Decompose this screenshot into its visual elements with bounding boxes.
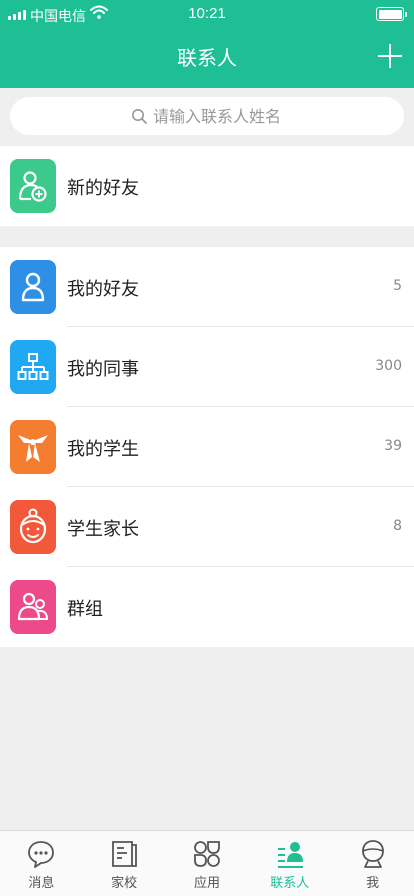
list-item-parents[interactable]: 学生家长 8 — [0, 487, 414, 567]
page-title: 联系人 — [177, 46, 237, 70]
tab-label: 我 — [366, 876, 380, 891]
tab-apps[interactable]: 应用 — [166, 831, 249, 896]
count-badge: 8 — [393, 518, 402, 534]
add-friend-icon — [10, 159, 56, 213]
list-item-my-friends[interactable]: 我的好友 5 — [0, 247, 414, 327]
new-friends-group: 新的好友 — [0, 146, 414, 226]
tab-label: 消息 — [28, 876, 55, 891]
tab-contacts[interactable]: 联系人 — [248, 831, 331, 896]
tab-label: 家校 — [111, 876, 138, 891]
list-item-students[interactable]: 我的学生 39 — [0, 407, 414, 487]
list-item-label: 我的好友 — [67, 279, 139, 300]
status-bar: 中国电信 10:21 — [0, 0, 414, 30]
org-chart-icon — [10, 340, 56, 394]
group-icon — [10, 580, 56, 634]
elder-face-icon — [10, 500, 56, 554]
apps-icon — [194, 841, 220, 867]
tab-label: 应用 — [193, 876, 220, 891]
count-badge: 300 — [375, 358, 402, 374]
tab-home-school[interactable]: 家校 — [83, 831, 166, 896]
status-time: 10:21 — [188, 5, 226, 22]
list-item-groups[interactable]: 群组 — [0, 567, 414, 647]
count-badge: 5 — [393, 278, 402, 294]
tab-messages[interactable]: 消息 — [0, 831, 83, 896]
app-header: 中国电信 10:21 联系人 — [0, 0, 414, 88]
search-icon — [132, 109, 147, 124]
count-badge: 39 — [384, 438, 402, 454]
battery-icon — [376, 7, 407, 21]
search-area — [0, 88, 414, 146]
search-input[interactable] — [153, 106, 283, 126]
scarf-icon — [10, 420, 56, 474]
book-icon — [112, 841, 138, 867]
list-item-label: 我的学生 — [67, 439, 139, 460]
person-icon — [10, 260, 56, 314]
tab-label: 联系人 — [270, 876, 310, 891]
search-bar[interactable] — [10, 97, 404, 135]
list-item-label: 新的好友 — [67, 178, 139, 199]
tab-me[interactable]: 我 — [331, 831, 414, 896]
add-contact-button[interactable] — [378, 44, 402, 68]
list-item-label: 群组 — [67, 599, 103, 620]
contacts-icon — [277, 842, 303, 868]
profile-icon — [361, 840, 384, 868]
tab-bar: 消息 家校 应用 联系人 我 — [0, 830, 414, 896]
list-item-label: 我的同事 — [67, 359, 139, 380]
list-item-colleagues[interactable]: 我的同事 300 — [0, 327, 414, 407]
list-item-label: 学生家长 — [67, 519, 139, 540]
list-item-new-friends[interactable]: 新的好友 — [0, 146, 414, 226]
message-icon — [28, 841, 55, 868]
contacts-group: 我的好友 5 我的同事 300 我的学生 39 学生家长 8 群组 — [0, 247, 414, 647]
